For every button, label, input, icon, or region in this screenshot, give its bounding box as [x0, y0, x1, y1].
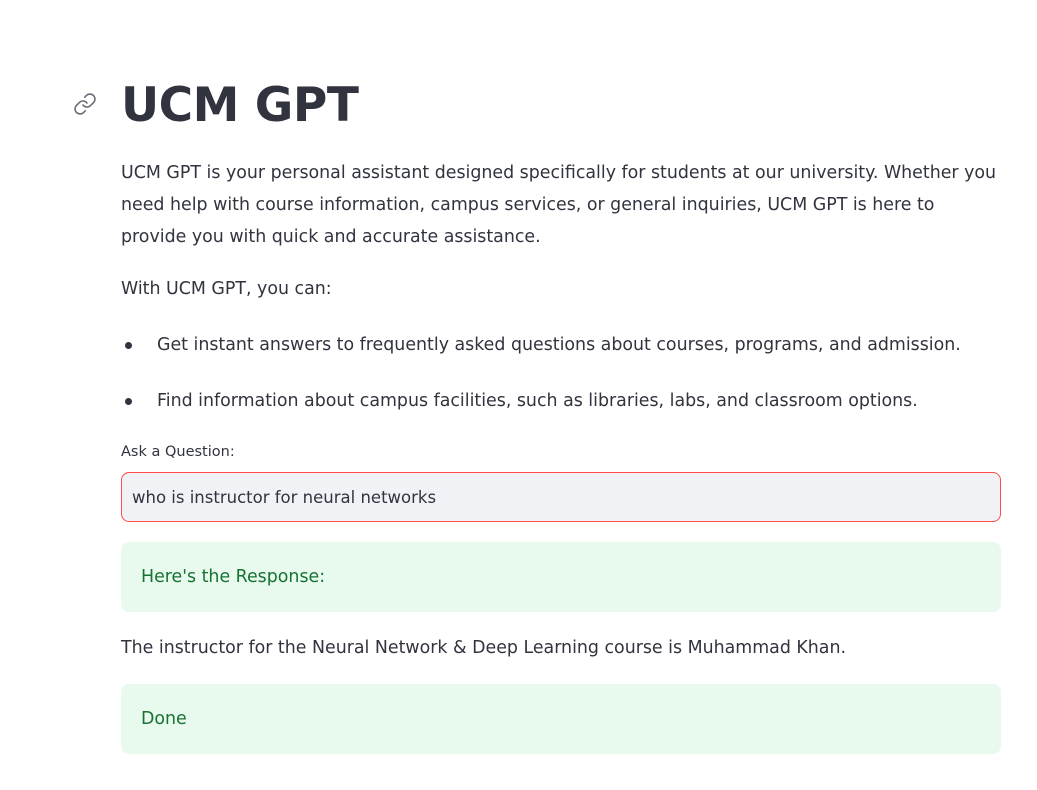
features-intro: With UCM GPT, you can:: [121, 279, 332, 299]
link-icon[interactable]: [73, 92, 97, 116]
feature-list: Get instant answers to frequently asked …: [121, 329, 1001, 441]
response-answer: The instructor for the Neural Network & …: [121, 638, 847, 658]
intro-paragraph: UCM GPT is your personal assistant desig…: [121, 163, 997, 247]
bullet-icon: [125, 398, 132, 405]
page-title: UCM GPT: [121, 78, 359, 133]
list-item: Get instant answers to frequently asked …: [121, 329, 1001, 361]
question-label: Ask a Question:: [121, 444, 235, 460]
question-input[interactable]: [121, 472, 1001, 522]
bullet-icon: [125, 342, 132, 349]
status-done-alert: Done: [121, 684, 1001, 754]
list-item-text: Get instant answers to frequently asked …: [157, 335, 961, 355]
list-item: Find information about campus facilities…: [121, 385, 1001, 417]
list-item-text: Find information about campus facilities…: [157, 391, 918, 411]
response-header-alert: Here's the Response:: [121, 542, 1001, 612]
